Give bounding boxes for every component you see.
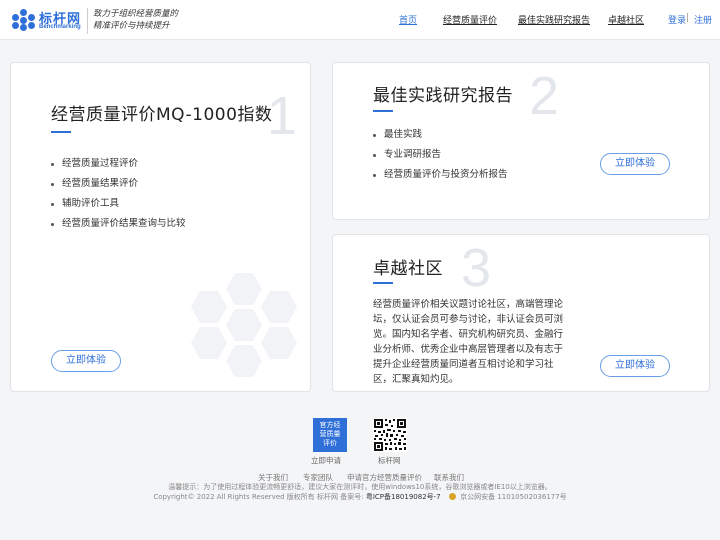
title-underline	[373, 110, 393, 112]
try-now-button[interactable]: 立即体验	[600, 355, 670, 377]
register-link[interactable]: 注册	[694, 13, 712, 26]
police-badge-icon	[448, 493, 456, 500]
police-record[interactable]: 京公网安备 11010502036177号	[460, 493, 567, 501]
copyright-text: Copyright© 2022 All Rights Reserved 版权所有…	[153, 493, 364, 501]
site-logo[interactable]: 标杆网 Benchmarking	[12, 8, 82, 32]
login-link[interactable]: 登录	[668, 13, 686, 26]
list-item: 经营质量评价与投资分析报告	[373, 165, 508, 185]
badge-text: 官方经	[319, 421, 341, 429]
list-item: 经营质量结果评价	[51, 174, 186, 194]
card-evaluation: 1 经营质量评价MQ-1000指数 经营质量过程评价 经营质量结果评价 辅助评价…	[10, 62, 311, 392]
slogan: 致力于组织经营质量的 精准评价与持续提升	[87, 8, 178, 34]
auth-separator: |	[686, 13, 690, 23]
title-underline	[373, 282, 393, 284]
card-title: 最佳实践研究报告	[373, 86, 513, 106]
icp-link[interactable]: 粤ICP备18019082号-7	[366, 493, 441, 501]
list-item: 辅助评价工具	[51, 194, 186, 214]
top-header: 标杆网 Benchmarking 致力于组织经营质量的 精准评价与持续提升 首页…	[0, 0, 720, 40]
card-number: 2	[529, 66, 560, 126]
community-description: 经营质量评价相关议题讨论社区，高端管理论坛，仅认证会员可参与讨论，非认证会员可浏…	[373, 299, 564, 385]
card-title: 经营质量评价MQ-1000指数	[51, 105, 273, 125]
card-reports: 2 最佳实践研究报告 最佳实践 专业调研报告 经营质量评价与投资分析报告 立即体…	[332, 62, 710, 220]
footer-copyright: Copyright© 2022 All Rights Reserved 版权所有…	[0, 492, 720, 502]
feature-list: 经营质量过程评价 经营质量结果评价 辅助评价工具 经营质量评价结果查询与比较	[51, 154, 186, 234]
nav-reports[interactable]: 最佳实践研究报告	[518, 13, 590, 26]
list-item: 专业调研报告	[373, 145, 508, 165]
list-item: 最佳实践	[373, 125, 508, 145]
apply-badge[interactable]: 官方经 营质量 评价	[313, 418, 347, 452]
logo-icon	[12, 9, 36, 31]
slogan-line: 精准评价与持续提升	[93, 21, 170, 31]
try-now-button[interactable]: 立即体验	[600, 153, 670, 175]
card-number: 3	[461, 238, 492, 298]
nav-home[interactable]: 首页	[399, 13, 417, 26]
badge-text: 营质量	[319, 430, 341, 438]
list-item: 经营质量评价结果查询与比较	[51, 214, 186, 234]
apply-label[interactable]: 立即申请	[311, 455, 341, 466]
card-community: 3 卓越社区 经营质量评价相关议题讨论社区，高端管理论坛，仅认证会员可参与讨论，…	[332, 234, 710, 392]
qr-code-icon	[373, 418, 407, 452]
feature-list: 最佳实践 专业调研报告 经营质量评价与投资分析报告	[373, 125, 508, 185]
nav-community[interactable]: 卓越社区	[608, 13, 644, 26]
try-now-button[interactable]: 立即体验	[51, 350, 121, 372]
badge-text: 评价	[323, 439, 337, 447]
logo-subtext: Benchmarking	[39, 24, 81, 30]
nav-evaluation[interactable]: 经营质量评价	[443, 13, 497, 26]
title-underline	[51, 131, 71, 133]
qr-label: 标杆网	[378, 456, 401, 465]
card-title: 卓越社区	[373, 259, 443, 279]
list-item: 经营质量过程评价	[51, 154, 186, 174]
slogan-line: 致力于组织经营质量的	[93, 9, 179, 19]
footer-tip: 温馨提示：为了使用过程体验更流畅更舒适，建议大家在测评时，使用windows10…	[168, 483, 552, 491]
